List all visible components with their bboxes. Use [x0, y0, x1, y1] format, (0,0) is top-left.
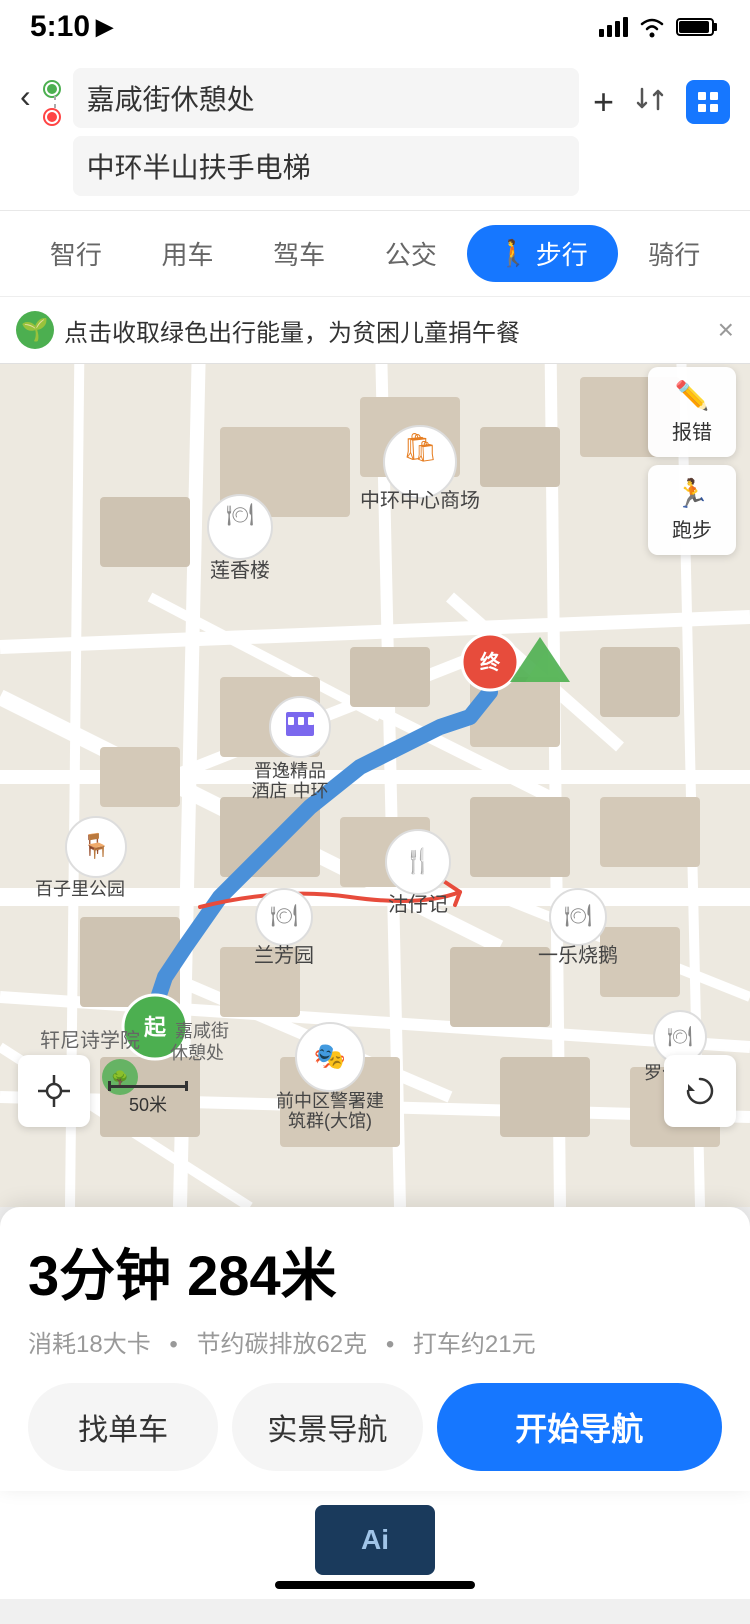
route-time: 3分钟: [28, 1231, 171, 1312]
green-leaf-icon: 🌱: [16, 311, 54, 349]
svg-text:嘉咸街: 嘉咸街: [175, 1021, 229, 1041]
map-right-actions: ✏️ 报错 🏃 跑步: [648, 367, 736, 555]
back-button[interactable]: ‹: [20, 68, 31, 115]
banner-close-button[interactable]: ×: [718, 314, 734, 346]
status-bar: 5:10 ▶: [0, 0, 750, 54]
svg-text:中环中心商场: 中环中心商场: [360, 489, 480, 512]
origin-text: 嘉咸街休憩处: [87, 78, 255, 118]
status-time: 5:10 ▶: [30, 10, 113, 44]
svg-text:筑群(大馆): 筑群(大馆): [288, 1111, 372, 1131]
refresh-icon: [683, 1074, 717, 1108]
location-icon: ▶: [96, 14, 113, 40]
swap-button[interactable]: [632, 81, 668, 124]
signal-icon: [599, 17, 628, 37]
map-container: 起 终 🍽 莲香楼 🛍 中环中心商场 晋逸精品 酒店 中环 🪑 百子里公园 �: [0, 297, 750, 1207]
svg-text:兰芳园: 兰芳园: [254, 944, 314, 967]
tab-car-hail[interactable]: 用车: [132, 225, 244, 282]
walk-icon: 🚶: [497, 238, 529, 269]
find-bike-button[interactable]: 找单车: [28, 1383, 218, 1471]
scale-label: 50米: [108, 1091, 188, 1117]
svg-text:🪑: 🪑: [81, 832, 111, 860]
search-area: ‹ 嘉咸街休憩处 中环半山扶手电梯 +: [0, 54, 750, 211]
calories-text: 消耗18大卡: [28, 1331, 151, 1358]
home-indicator: [275, 1581, 475, 1589]
svg-text:🛍: 🛍: [402, 432, 438, 463]
scale-bar: 50米: [108, 1085, 188, 1117]
svg-text:莲香楼: 莲香楼: [210, 559, 270, 582]
svg-text:酒店 中环: 酒店 中环: [251, 781, 328, 801]
locate-icon: [36, 1073, 72, 1109]
separator1: •: [169, 1331, 184, 1358]
dest-dot: [45, 110, 59, 124]
svg-text:轩尼诗学院: 轩尼诗学院: [40, 1029, 140, 1052]
bottom-actions: 找单车 实景导航 开始导航: [28, 1383, 722, 1471]
svg-text:🍽: 🍽: [564, 903, 592, 928]
ar-nav-button[interactable]: 实景导航: [232, 1383, 422, 1471]
route-actions: +: [593, 68, 730, 124]
add-stop-button[interactable]: +: [593, 81, 614, 123]
route-summary: 3分钟 284米: [28, 1231, 722, 1312]
origin-dot: [45, 82, 59, 96]
thumbnail-label: Ai: [361, 1524, 389, 1556]
tab-bike[interactable]: 骑行: [618, 225, 730, 282]
report-label: 报错: [672, 416, 712, 445]
status-icons: [599, 16, 720, 38]
bottom-thumbnail[interactable]: Ai: [315, 1505, 435, 1575]
svg-text:🎭: 🎭: [314, 1041, 346, 1071]
route-dashed-line: [54, 96, 56, 110]
report-icon: ✏️: [675, 379, 710, 412]
origin-input[interactable]: 嘉咸街休憩处: [73, 68, 579, 128]
run-button[interactable]: 🏃 跑步: [648, 465, 736, 555]
route-distance: 284米: [187, 1231, 336, 1312]
route-details: 消耗18大卡 • 节约碳排放62克 • 打车约21元: [28, 1324, 722, 1359]
tab-smart[interactable]: 智行: [20, 225, 132, 282]
separator2: •: [386, 1331, 401, 1358]
svg-text:前中区警署建: 前中区警署建: [276, 1091, 384, 1111]
dest-text: 中环半山扶手电梯: [87, 146, 311, 186]
svg-text:终: 终: [480, 650, 501, 674]
green-banner: 🌱 点击收取绿色出行能量，为贫困儿童捐午餐 ×: [0, 297, 750, 364]
tab-bus[interactable]: 公交: [355, 225, 467, 282]
battery-icon: [676, 16, 720, 38]
svg-text:🍽: 🍽: [226, 502, 254, 527]
svg-text:起: 起: [143, 1015, 167, 1040]
map-svg: 起 终 🍽 莲香楼 🛍 中环中心商场 晋逸精品 酒店 中环 🪑 百子里公园 �: [0, 297, 750, 1207]
route-mode-button[interactable]: [686, 80, 730, 124]
transport-tabs: 智行 用车 驾车 公交 🚶 步行 骑行: [0, 211, 750, 297]
report-error-button[interactable]: ✏️ 报错: [648, 367, 736, 457]
svg-text:🍽: 🍽: [270, 903, 298, 928]
svg-text:沽仔记: 沽仔记: [388, 893, 448, 916]
taxi-text: 打车约21元: [413, 1331, 536, 1358]
svg-text:百子里公园: 百子里公园: [35, 879, 125, 899]
bottom-safe-area: Ai: [0, 1491, 750, 1599]
dest-input[interactable]: 中环半山扶手电梯: [73, 136, 579, 196]
tab-walk[interactable]: 🚶 步行: [467, 225, 619, 282]
run-label: 跑步: [672, 514, 712, 543]
svg-text:休憩处: 休憩处: [170, 1043, 224, 1063]
svg-text:🍽: 🍽: [667, 1026, 692, 1048]
start-nav-button[interactable]: 开始导航: [437, 1383, 722, 1471]
run-icon: 🏃: [675, 477, 710, 510]
refresh-button[interactable]: [664, 1055, 736, 1127]
tab-drive[interactable]: 驾车: [243, 225, 355, 282]
carbon-text: 节约碳排放62克: [196, 1331, 367, 1358]
wifi-icon: [638, 16, 666, 38]
scale-line: [108, 1085, 188, 1088]
svg-text:晋逸精品: 晋逸精品: [254, 761, 326, 781]
locate-button[interactable]: [18, 1055, 90, 1127]
bottom-panel: 3分钟 284米 消耗18大卡 • 节约碳排放62克 • 打车约21元 找单车 …: [0, 1207, 750, 1491]
svg-text:🍴: 🍴: [403, 847, 433, 875]
route-inputs: 嘉咸街休憩处 中环半山扶手电梯: [73, 68, 579, 196]
svg-text:一乐烧鹅: 一乐烧鹅: [538, 944, 618, 967]
banner-text: 点击收取绿色出行能量，为贫困儿童捐午餐: [64, 313, 708, 348]
